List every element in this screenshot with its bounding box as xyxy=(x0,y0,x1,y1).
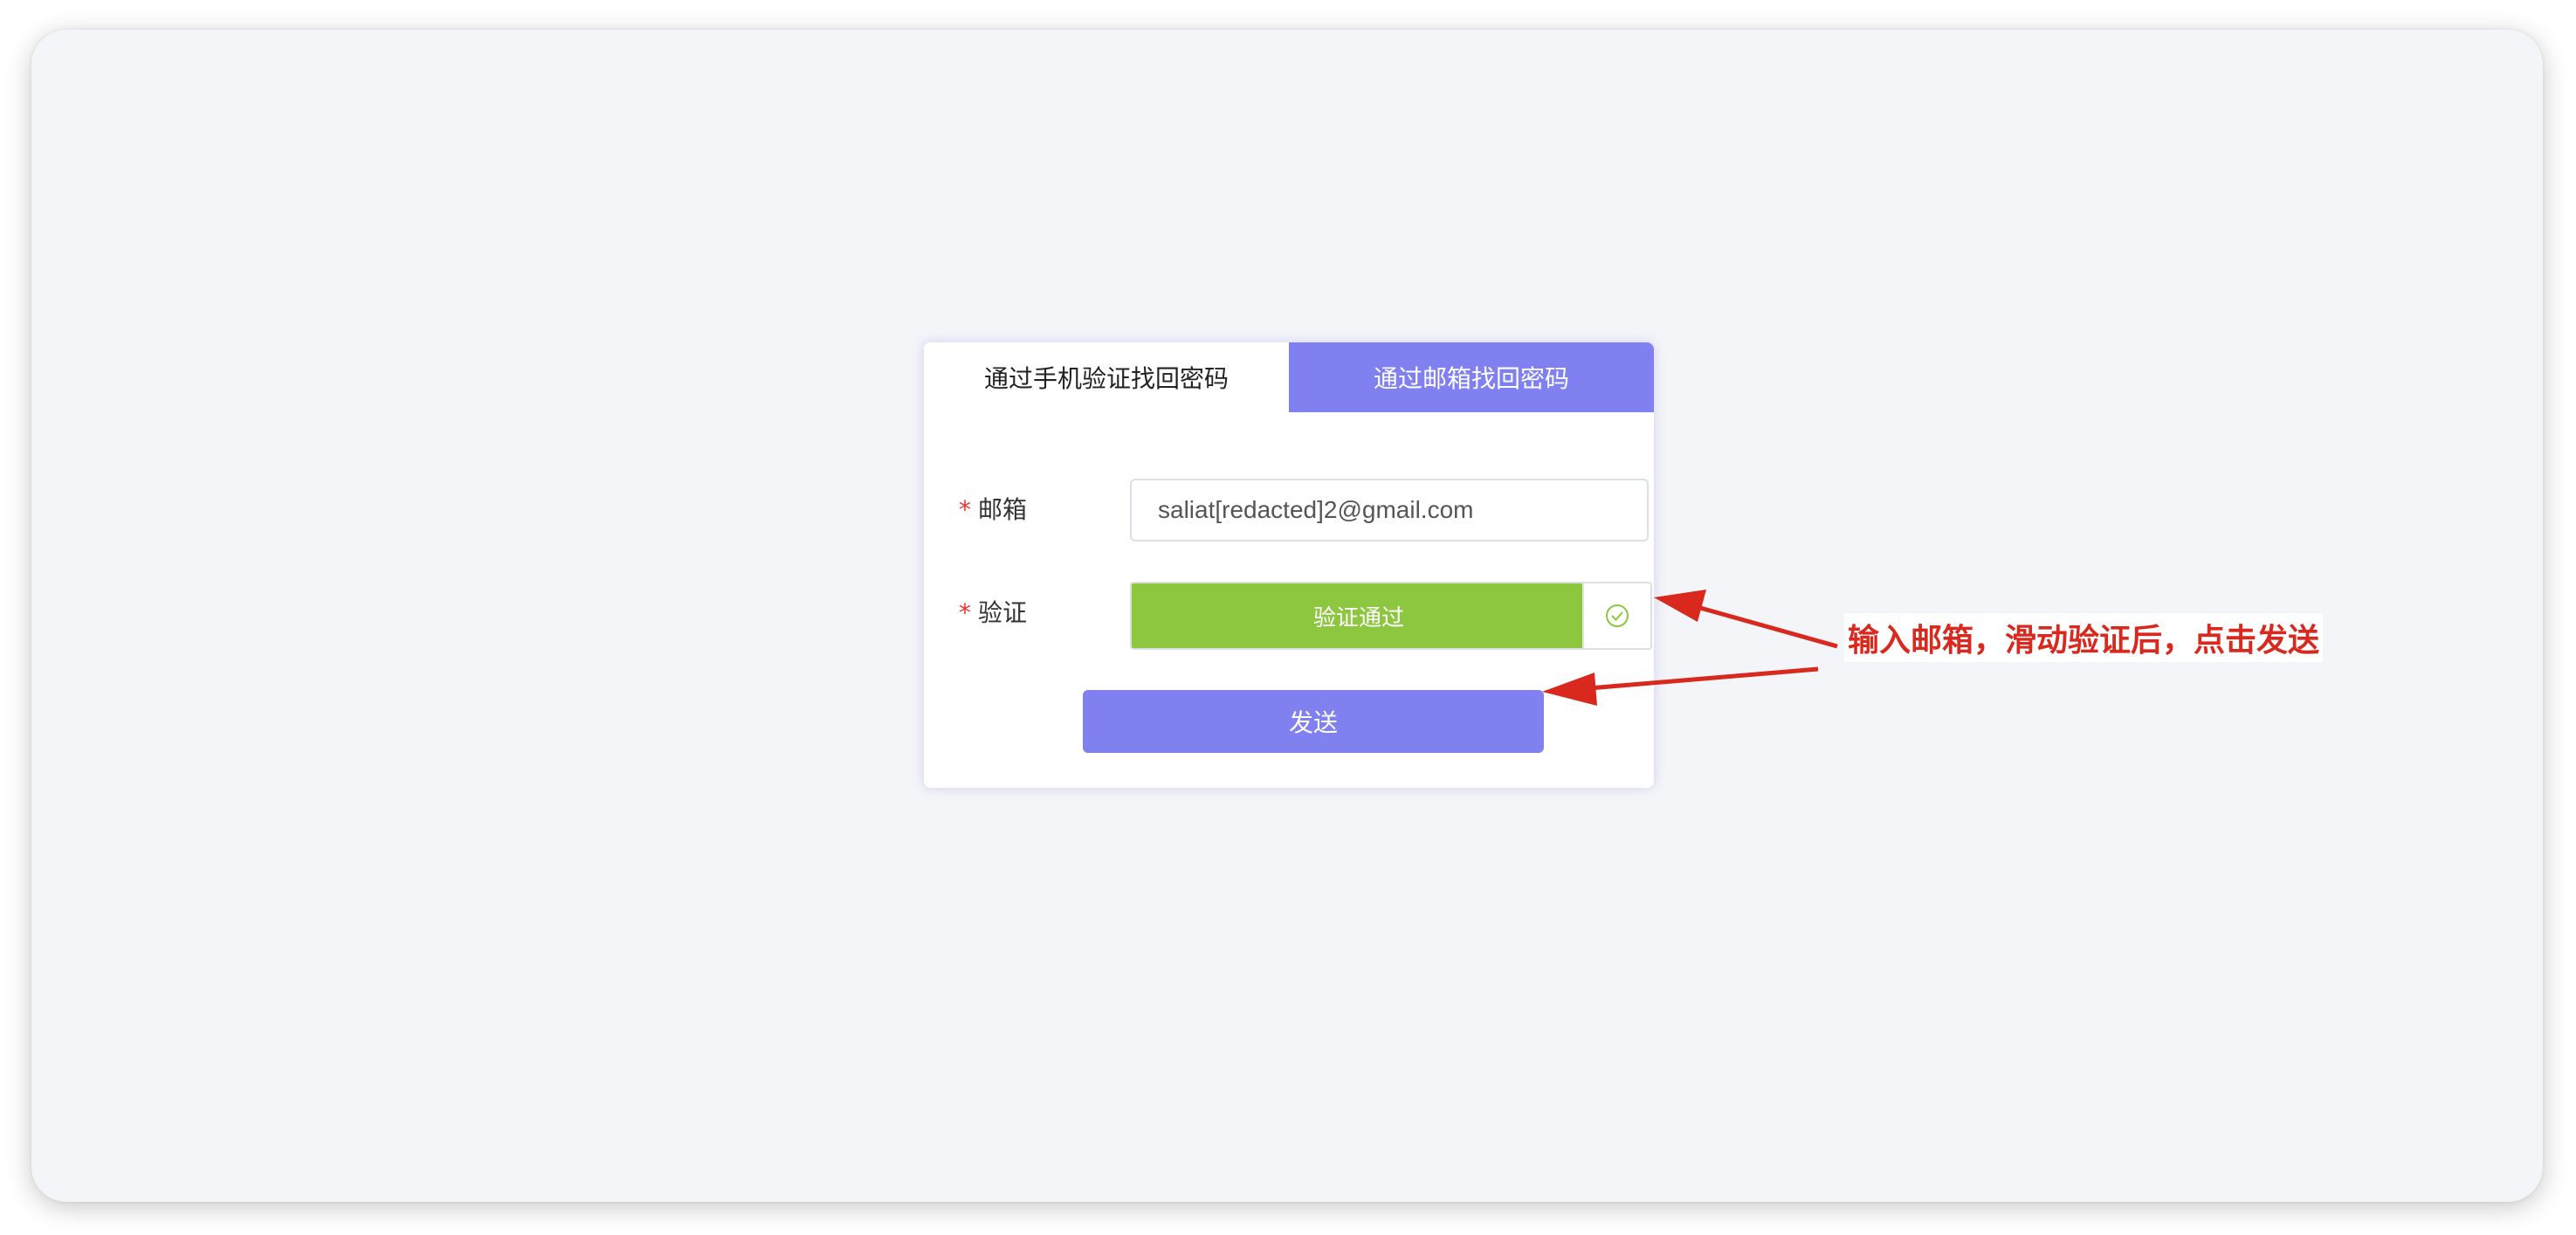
tab-phone-recovery[interactable]: 通过手机验证找回密码 xyxy=(924,342,1289,412)
email-field[interactable] xyxy=(1130,479,1649,542)
required-mark: * xyxy=(959,598,971,627)
check-circle-icon xyxy=(1606,604,1629,627)
slider-handle[interactable] xyxy=(1582,583,1650,648)
tab-email-recovery[interactable]: 通过邮箱找回密码 xyxy=(1289,342,1654,412)
verification-status: 验证通过 xyxy=(1132,583,1586,648)
instruction-annotation: 输入邮箱，滑动验证后，点击发送 xyxy=(1844,613,2324,662)
email-label-row: * 邮箱 xyxy=(959,491,1027,526)
verify-label: 验证 xyxy=(978,598,1028,627)
email-label: 邮箱 xyxy=(978,495,1028,524)
slide-verification[interactable]: 验证通过 xyxy=(1130,582,1652,650)
recovery-tabs: 通过手机验证找回密码 通过邮箱找回密码 xyxy=(924,342,1654,412)
required-mark: * xyxy=(959,495,971,524)
send-button[interactable]: 发送 xyxy=(1083,690,1544,753)
password-recovery-card: 通过手机验证找回密码 通过邮箱找回密码 *邮箱 *验证 验证通过 发送 xyxy=(924,342,1654,788)
verify-label-row: * 验证 xyxy=(959,594,1027,629)
